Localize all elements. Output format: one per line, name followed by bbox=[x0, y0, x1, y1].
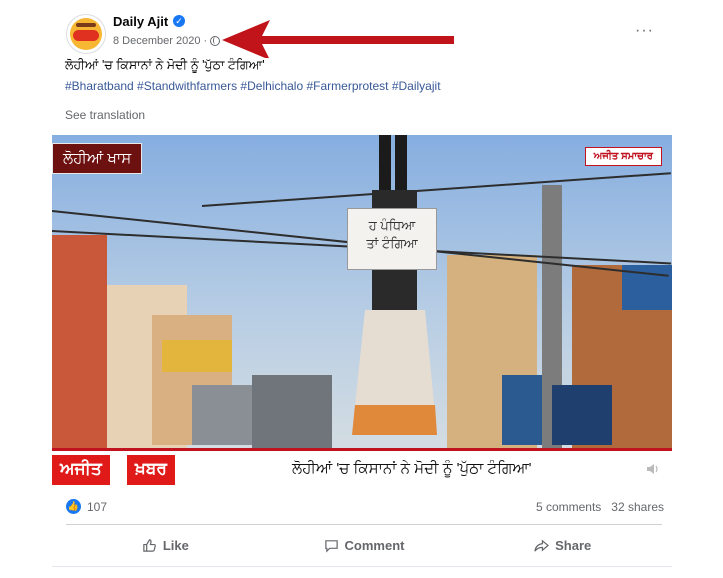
more-options-button[interactable]: ··· bbox=[635, 22, 654, 40]
effigy-sign: ਹ ਪੰਧਿਆ ਤਾਂ ਟੰਗਿਆ bbox=[347, 208, 437, 270]
divider bbox=[66, 524, 662, 525]
facebook-post: Daily Ajit ✓ 8 December 2020 · ··· ਲੋਹੀਆ… bbox=[52, 0, 672, 578]
verified-badge-icon: ✓ bbox=[173, 15, 185, 27]
globe-icon bbox=[210, 36, 221, 46]
thumbs-up-icon bbox=[143, 538, 156, 552]
meta-separator: · bbox=[203, 35, 208, 47]
hashtag-links[interactable]: #Bharatband #Standwithfarmers #Delhichal… bbox=[65, 79, 441, 93]
see-translation-link[interactable]: See translation bbox=[65, 108, 145, 122]
reaction-count[interactable]: 107 bbox=[87, 500, 107, 514]
shares-count[interactable]: 32 shares bbox=[611, 500, 664, 514]
page-name-link[interactable]: Daily Ajit bbox=[113, 14, 168, 29]
share-button[interactable]: Share bbox=[463, 532, 662, 558]
red-arrow-annotation-icon bbox=[222, 20, 454, 58]
location-tag: ਲੋਹੀਆਂ ਖਾਸ bbox=[52, 143, 143, 174]
video-media[interactable]: ਹ ਪੰਧਿਆ ਤਾਂ ਟੰਗਿਆ ਲੋਹੀਆਂ ਖਾਸ ਅਜੀਤ ਸਮਾਚਾਰ… bbox=[52, 135, 672, 488]
post-caption: ਲੋਹੀਆਂ 'ਚ ਕਿਸਾਨਾਂ ਨੇ ਮੋਦੀ ਨੂੰ 'ਪੁੱਠਾ ਟੰਗ… bbox=[65, 58, 265, 72]
share-arrow-icon bbox=[534, 539, 550, 552]
like-button[interactable]: Like bbox=[66, 532, 265, 558]
comments-count[interactable]: 5 comments bbox=[536, 500, 601, 514]
shop-sign bbox=[162, 340, 232, 372]
comment-button[interactable]: Comment bbox=[265, 532, 464, 558]
building-left bbox=[52, 235, 107, 450]
hanging-effigy bbox=[352, 135, 437, 435]
channel-logo: ਅਜੀਤ ਸਮਾਚਾਰ bbox=[584, 147, 662, 166]
ticker-headline: ਲੋਹੀਆਂ 'ਚ ਕਿਸਾਨਾਂ ਨੇ ਮੋਦੀ ਨੂੰ 'ਪੁੱਠਾ ਟੰਗ… bbox=[292, 460, 532, 477]
engagement-stats: 👍 107 5 comments 32 shares bbox=[66, 498, 664, 516]
comment-bubble-icon bbox=[324, 539, 338, 553]
post-date[interactable]: 8 December 2020 bbox=[113, 35, 200, 47]
post-actions: Like Comment Share bbox=[66, 532, 662, 558]
like-reaction-icon[interactable]: 👍 bbox=[66, 499, 81, 514]
speaker-icon[interactable] bbox=[646, 462, 660, 476]
page-avatar[interactable] bbox=[66, 14, 106, 54]
ajit-news-logo: ਅਜੀਤ ਖ਼ਬਰ bbox=[52, 455, 212, 485]
post-meta: 8 December 2020 · bbox=[113, 35, 221, 47]
post-bottom-border bbox=[52, 566, 672, 567]
news-ticker: ਅਜੀਤ ਖ਼ਬਰ ਲੋਹੀਆਂ 'ਚ ਕਿਸਾਨਾਂ ਨੇ ਮੋਦੀ ਨੂੰ … bbox=[52, 448, 672, 488]
